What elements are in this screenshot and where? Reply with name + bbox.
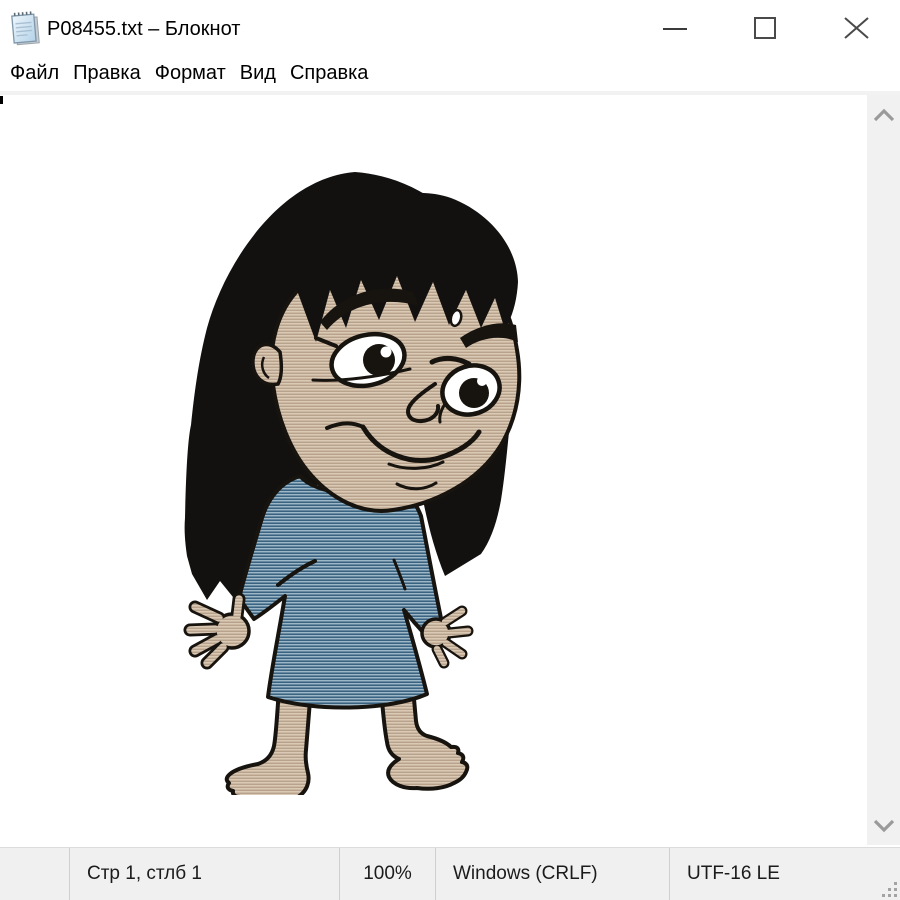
line-ending: Windows (CRLF) <box>435 848 669 900</box>
menubar: Файл Правка Формат Вид Справка <box>0 58 900 91</box>
encoding: UTF-16 LE <box>669 848 900 900</box>
girl-ear <box>253 344 281 384</box>
menu-file[interactable]: Файл <box>3 58 66 91</box>
close-button[interactable] <box>825 0 887 55</box>
girl-left-hand <box>190 599 249 663</box>
scroll-down-button[interactable] <box>867 809 900 842</box>
menu-format[interactable]: Формат <box>148 58 233 91</box>
minimize-button[interactable] <box>644 0 706 55</box>
statusbar: Стр 1, стлб 1 100% Windows (CRLF) UTF-16… <box>0 847 900 900</box>
zoom-level: 100% <box>339 848 435 900</box>
minimize-icon <box>662 15 688 41</box>
menu-view[interactable]: Вид <box>233 58 283 91</box>
notepad-window: P08455.txt – Блокнот Файл Правка Формат … <box>0 0 900 900</box>
maximize-icon <box>753 16 777 40</box>
cursor-position: Стр 1, стлб 1 <box>69 848 339 900</box>
window-title: P08455.txt – Блокнот <box>47 0 240 58</box>
document-image <box>183 170 528 795</box>
chevron-down-icon <box>873 819 895 833</box>
scroll-up-button[interactable] <box>867 98 900 131</box>
menu-edit[interactable]: Правка <box>66 58 148 91</box>
notepad-icon <box>8 10 42 48</box>
statusbar-spacer <box>0 848 69 900</box>
chevron-up-icon <box>873 108 895 122</box>
menu-help[interactable]: Справка <box>283 58 375 91</box>
vertical-scrollbar[interactable] <box>867 95 900 845</box>
resize-grip[interactable] <box>880 880 897 897</box>
girl-dress <box>239 476 442 708</box>
editor-area[interactable] <box>0 95 867 845</box>
titlebar[interactable]: P08455.txt – Блокнот <box>0 0 900 58</box>
close-icon <box>844 16 869 40</box>
maximize-button[interactable] <box>734 0 796 55</box>
text-caret <box>0 96 3 104</box>
